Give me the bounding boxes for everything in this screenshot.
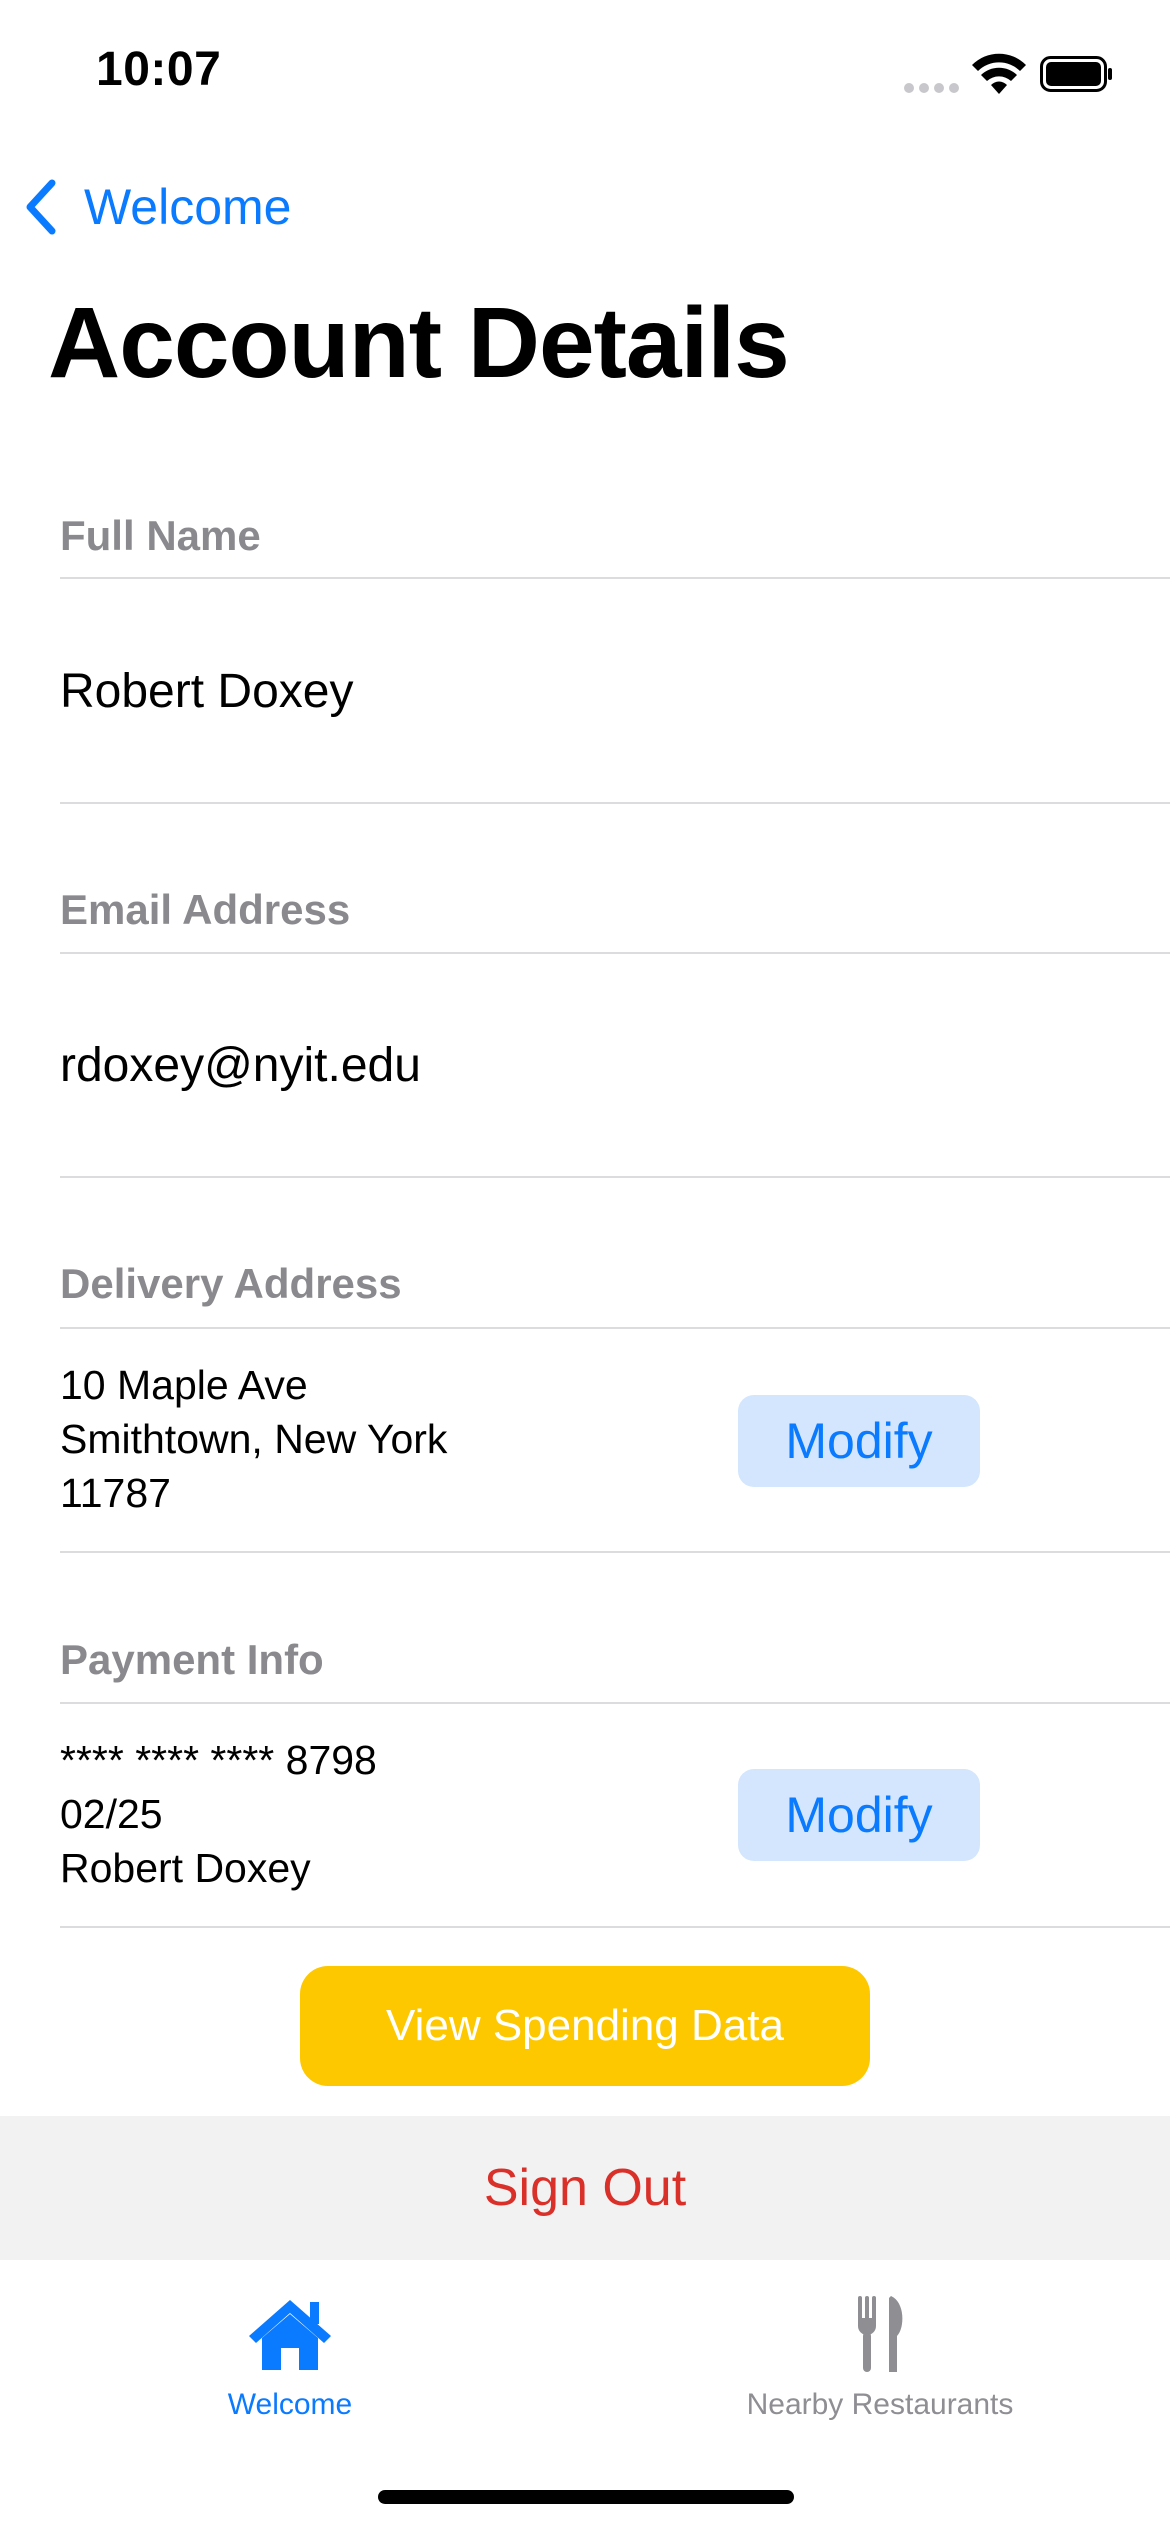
chevron-left-icon bbox=[26, 179, 56, 235]
status-time: 10:07 bbox=[96, 43, 222, 96]
page-title: Account Details bbox=[48, 287, 790, 399]
wifi-icon bbox=[972, 53, 1026, 94]
house-icon bbox=[249, 2300, 331, 2370]
address-line: 11787 bbox=[60, 1470, 171, 1516]
divider bbox=[60, 577, 1170, 579]
divider bbox=[60, 1702, 1170, 1704]
cellular-signal-icon bbox=[904, 80, 964, 98]
sign-out-label: Sign Out bbox=[483, 2159, 687, 2217]
divider bbox=[60, 1551, 1170, 1553]
payment-line: Robert Doxey bbox=[60, 1845, 311, 1891]
delivery-address-text: 10 Maple Ave Smithtown, New York 11787 bbox=[60, 1358, 447, 1520]
status-bar: 10:07 bbox=[0, 0, 1170, 140]
payment-line: 02/25 bbox=[60, 1791, 163, 1837]
divider bbox=[60, 802, 1170, 804]
payment-line: **** **** **** 8798 bbox=[60, 1737, 377, 1783]
modify-payment-button[interactable]: Modify bbox=[738, 1769, 980, 1861]
fork-knife-icon bbox=[858, 2296, 903, 2372]
address-line: Smithtown, New York bbox=[60, 1416, 448, 1462]
divider bbox=[60, 1926, 1170, 1928]
home-indicator bbox=[378, 2490, 794, 2504]
tab-welcome-label: Welcome bbox=[227, 2388, 353, 2421]
tab-welcome[interactable]: Welcome bbox=[190, 2260, 390, 2440]
payment-info-text: **** **** **** 8798 02/25 Robert Doxey bbox=[60, 1733, 377, 1895]
divider bbox=[60, 1327, 1170, 1329]
view-spending-data-button[interactable]: View Spending Data bbox=[300, 1966, 870, 2086]
full-name-value: Robert Doxey bbox=[60, 665, 354, 718]
divider bbox=[60, 952, 1170, 954]
payment-info-header: Payment Info bbox=[60, 1636, 324, 1683]
back-button-label: Welcome bbox=[84, 179, 292, 235]
tab-nearby-restaurants-label: Nearby Restaurants bbox=[746, 2388, 1014, 2421]
battery-icon bbox=[1040, 56, 1112, 92]
address-line: 10 Maple Ave bbox=[60, 1362, 308, 1408]
email-header: Email Address bbox=[60, 886, 351, 933]
sign-out-button[interactable]: Sign Out bbox=[0, 2116, 1170, 2260]
delivery-address-header: Delivery Address bbox=[60, 1260, 402, 1307]
tab-nearby-restaurants[interactable]: Nearby Restaurants bbox=[700, 2260, 1060, 2440]
modify-address-button[interactable]: Modify bbox=[738, 1395, 980, 1487]
divider bbox=[60, 1176, 1170, 1178]
back-button[interactable]: Welcome bbox=[22, 176, 291, 238]
full-name-header: Full Name bbox=[60, 512, 261, 559]
email-value: rdoxey@nyit.edu bbox=[60, 1039, 421, 1092]
